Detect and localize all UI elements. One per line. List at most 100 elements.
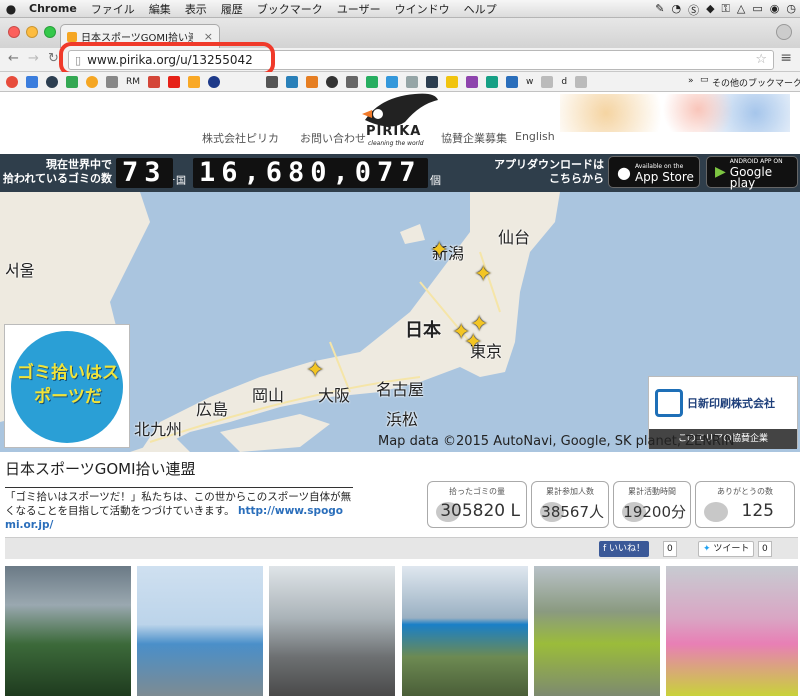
activity-photo[interactable] <box>5 566 131 696</box>
nav-contact[interactable]: お問い合わせ <box>300 130 366 146</box>
drive-icon[interactable]: △ <box>737 2 745 18</box>
menu-edit[interactable]: 編集 <box>142 1 178 17</box>
bookmark-icon[interactable] <box>386 75 399 88</box>
close-window-button[interactable] <box>8 26 20 38</box>
bookmark-rm[interactable]: RM <box>126 77 140 87</box>
tweet-button[interactable]: ✦ ツイート <box>698 541 755 557</box>
bookmark-icon[interactable] <box>6 75 18 88</box>
activity-photo[interactable] <box>269 566 395 696</box>
back-arrow-icon[interactable]: ← <box>8 51 19 66</box>
chat-icon[interactable]: ◔ <box>671 2 681 18</box>
sponsor-name: 日新印刷株式会社 <box>687 397 775 410</box>
activity-photo[interactable] <box>402 566 528 696</box>
map-marker[interactable]: ✦ <box>470 312 488 337</box>
map-marker[interactable]: ✦ <box>430 238 448 263</box>
bookmark-icon[interactable] <box>406 75 419 88</box>
map-label-japan: 日本 <box>405 320 441 341</box>
apple-logo-icon: ● <box>617 162 631 182</box>
dropbox-icon[interactable]: ◆ <box>706 2 714 18</box>
forward-arrow-icon[interactable]: → <box>28 51 39 66</box>
social-bar: f いいね！ 0 ✦ ツイート 0 <box>5 537 798 559</box>
bookmark-icon[interactable] <box>188 75 201 88</box>
time-machine-icon[interactable]: ◷ <box>786 2 796 18</box>
site-header: PIRIKA cleaning the world <box>0 92 800 154</box>
app-store-button[interactable]: ● Available on the App Store <box>608 156 700 188</box>
counter-label-1: 現在世界中で <box>46 158 112 171</box>
bookmark-icon[interactable] <box>346 75 359 88</box>
map-label-hamamatsu: 浜松 <box>386 410 419 429</box>
bookmark-icon[interactable] <box>266 75 279 88</box>
other-bookmarks[interactable]: その他のブックマーク <box>712 76 800 89</box>
menu-app-name[interactable]: Chrome <box>22 2 84 15</box>
menu-help[interactable]: ヘルプ <box>457 1 504 17</box>
bookmark-icon[interactable] <box>486 75 499 88</box>
bookmark-github-icon[interactable] <box>326 75 339 88</box>
app-label-2: こちらから <box>549 172 604 185</box>
site-logo-text[interactable]: PIRIKA <box>366 124 421 139</box>
menu-history[interactable]: 履歴 <box>214 1 250 17</box>
nav-english[interactable]: English <box>515 130 555 143</box>
bookmark-icon[interactable] <box>366 75 379 88</box>
bookmark-gmail-icon[interactable] <box>148 75 161 88</box>
bookmark-drive-icon[interactable] <box>66 75 78 88</box>
map-marker[interactable]: ✦ <box>306 358 324 383</box>
eye-icon[interactable]: ◉ <box>770 2 780 18</box>
map-attribution: Map data ©2015 AutoNavi, Google, SK plan… <box>378 434 735 449</box>
activity-photo[interactable] <box>534 566 660 696</box>
bookmark-d[interactable]: d <box>561 77 567 87</box>
chevron-right-icon[interactable]: » <box>688 76 694 86</box>
menu-hamburger-icon[interactable]: ≡ <box>780 50 792 66</box>
evernote-icon[interactable]: ✎ <box>655 2 664 18</box>
map[interactable]: 서울 新潟 仙台 日本 東京 大阪 名古屋 岡山 広島 北九州 浜松 ✦ ✦ ✦… <box>0 192 800 452</box>
bookmark-icon[interactable] <box>466 75 479 88</box>
bookmark-icon[interactable] <box>46 75 58 88</box>
activity-photo[interactable] <box>137 566 263 696</box>
menu-file[interactable]: ファイル <box>84 1 142 17</box>
star-icon[interactable]: ☆ <box>755 52 767 67</box>
zoom-window-button[interactable] <box>44 26 56 38</box>
group-logo-text: ゴミ拾いはスポーツだ <box>17 363 119 407</box>
apple-icon[interactable]: ● <box>0 2 22 16</box>
bookmark-icon[interactable] <box>208 75 221 88</box>
menubar: ● Chrome ファイル 編集 表示 履歴 ブックマーク ユーザー ウインドウ… <box>0 0 800 18</box>
bookmark-calendar-icon[interactable] <box>26 75 38 88</box>
folder-icon: ▭ <box>700 75 709 85</box>
menu-user[interactable]: ユーザー <box>330 1 388 17</box>
monitor-icon[interactable]: ▭ <box>752 2 762 18</box>
nav-company[interactable]: 株式会社ピリカ <box>202 130 279 146</box>
menu-view[interactable]: 表示 <box>178 1 214 17</box>
map-label-hiroshima: 広島 <box>196 400 229 419</box>
map-marker[interactable]: ✦ <box>474 262 492 287</box>
stat-label: 拾ったゴミの量 <box>449 487 505 496</box>
map-label-seoul: 서울 <box>5 261 35 280</box>
bookmark-icon[interactable] <box>286 75 299 88</box>
bookmark-w[interactable]: w <box>526 77 533 87</box>
profile-avatar[interactable] <box>776 24 792 40</box>
bookmark-icon[interactable] <box>426 75 439 88</box>
menu-bookmarks[interactable]: ブックマーク <box>250 1 330 17</box>
header-decoration <box>560 94 790 132</box>
key-icon[interactable]: ⚿ <box>722 2 730 18</box>
activity-photo[interactable] <box>666 566 798 696</box>
minimize-window-button[interactable] <box>26 26 38 38</box>
bookmark-icon[interactable] <box>86 75 98 88</box>
bookmark-trello-icon[interactable] <box>506 75 519 88</box>
bookmark-icon[interactable] <box>575 75 588 88</box>
status-tray: ✎ ◔ Ⓢ ◆ ⚿ △ ▭ ◉ ◷ <box>655 2 796 18</box>
bookmark-icon[interactable] <box>306 75 319 88</box>
bookmark-youtube-icon[interactable] <box>168 75 181 88</box>
map-label-kitakyushu: 北九州 <box>134 420 183 439</box>
play-icon: ▶ <box>715 164 726 180</box>
nav-sponsor[interactable]: 協賛企業募集 <box>441 130 507 146</box>
group-logo: ゴミ拾いはスポーツだ <box>4 324 130 448</box>
skype-icon[interactable]: Ⓢ <box>688 2 699 18</box>
stat-garbage: 拾ったゴミの量 305820 L <box>427 481 527 528</box>
site-logo-tagline: cleaning the world <box>368 140 424 147</box>
google-play-button[interactable]: ▶ ANDROID APP ON Google play <box>706 156 798 189</box>
menu-window[interactable]: ウインドウ <box>388 1 457 17</box>
bookmark-icon[interactable] <box>541 75 554 88</box>
stat-label: 累計活動時間 <box>628 487 676 496</box>
bookmark-icon[interactable] <box>446 75 459 88</box>
facebook-like-button[interactable]: f いいね！ <box>599 541 650 557</box>
stat-value: 19200分 <box>623 503 686 521</box>
